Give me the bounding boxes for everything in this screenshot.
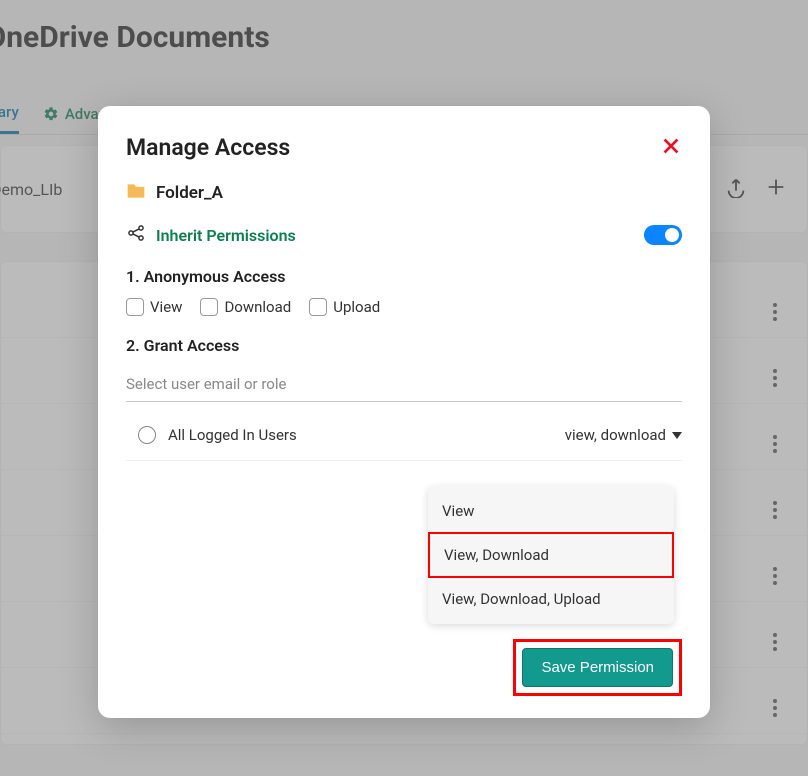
user-row: All Logged In Users view, download [126,410,682,461]
label: Upload [333,298,380,316]
permission-select[interactable]: view, download [565,426,682,444]
save-highlight: Save Permission [513,639,682,696]
anon-download-option[interactable]: Download [200,298,291,316]
chevron-down-icon [672,432,682,439]
anon-view-option[interactable]: View [126,298,182,316]
dropdown-item-view-download-upload[interactable]: View, Download, Upload [428,578,674,620]
permission-value: view, download [565,426,666,444]
section-anonymous-title: 1. Anonymous Access [126,267,682,286]
close-button[interactable] [660,135,682,161]
close-icon [660,135,682,157]
folder-name: Folder_A [156,183,223,203]
dropdown-item-view-download[interactable]: View, Download [428,532,674,578]
share-icon [126,223,146,247]
section-grant-title: 2. Grant Access [126,336,682,355]
checkbox[interactable] [126,298,144,316]
checkbox[interactable] [200,298,218,316]
inherit-toggle[interactable] [644,225,682,245]
user-select-input[interactable]: Select user email or role [126,367,682,402]
permission-dropdown: View View, Download View, Download, Uplo… [428,486,674,624]
save-permission-button[interactable]: Save Permission [522,648,673,687]
anon-upload-option[interactable]: Upload [309,298,380,316]
dropdown-item-view[interactable]: View [428,490,674,532]
label: Download [224,298,291,316]
inherit-permissions-label: Inherit Permissions [156,226,296,245]
user-label: All Logged In Users [168,426,297,444]
manage-access-modal: Manage Access Folder_A Inherit Permissio… [98,106,710,718]
label: View [150,298,182,316]
modal-title: Manage Access [126,134,290,161]
radio[interactable] [138,426,156,444]
folder-icon [126,181,146,205]
checkbox[interactable] [309,298,327,316]
